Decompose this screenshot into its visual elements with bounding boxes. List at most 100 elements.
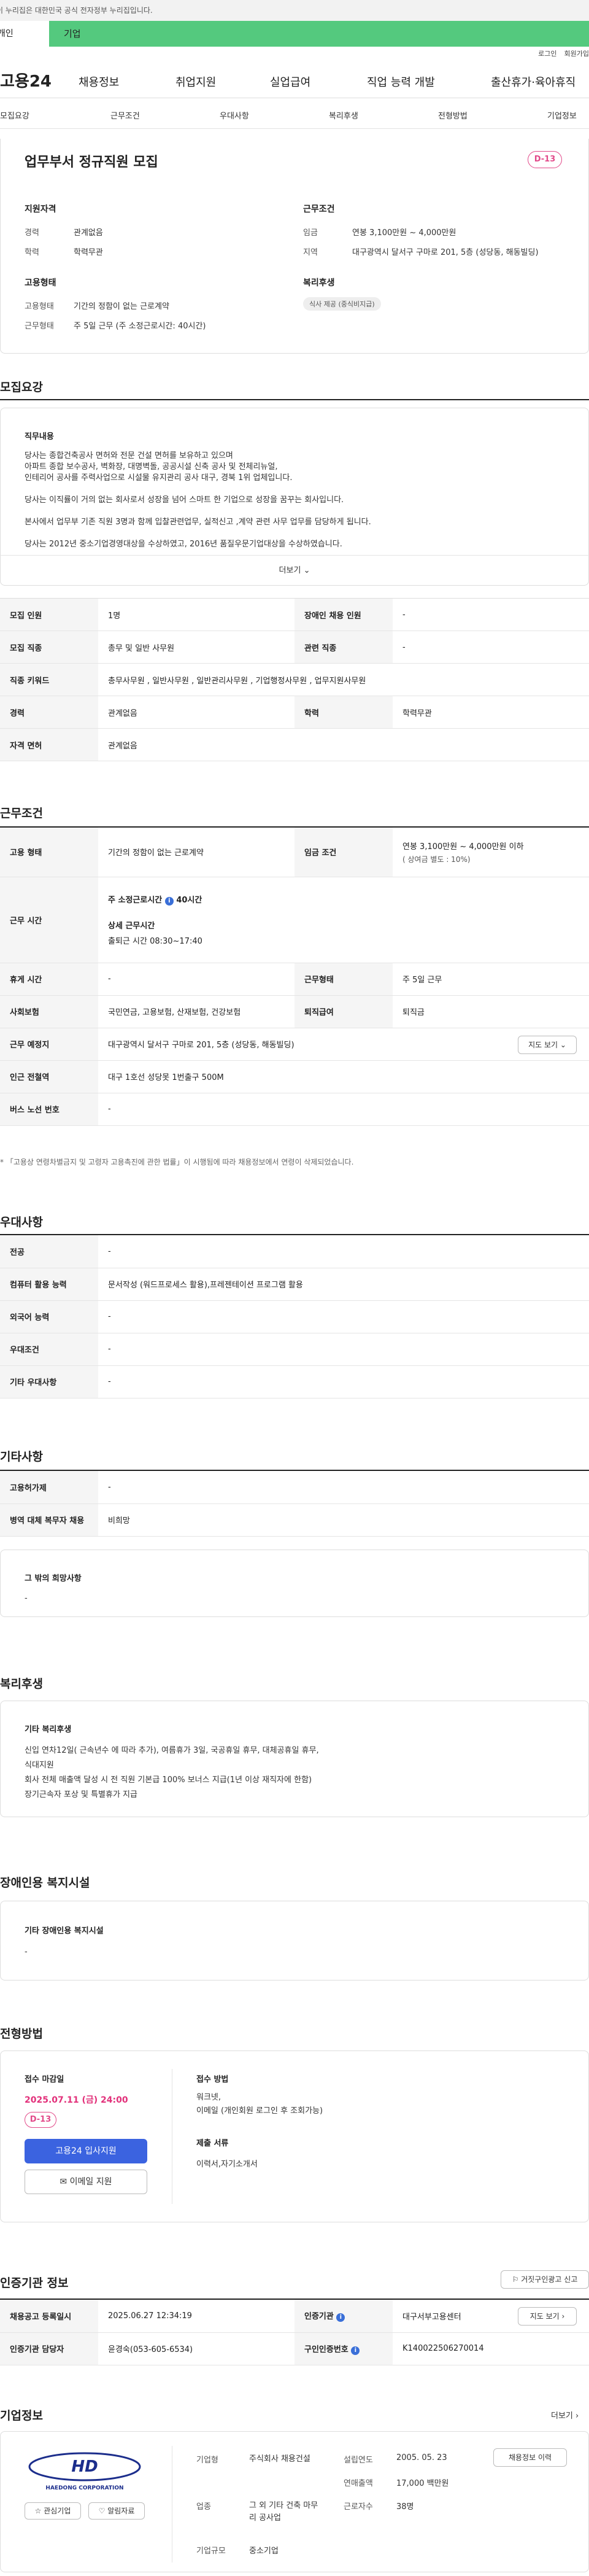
deadline-value: 2025.07.11 (금) 24:00 [25, 2095, 128, 2105]
tab-personal[interactable]: 개인 [0, 21, 49, 47]
section-tabs: 모집요강 근무조건 우대사항 복리후생 전형방법 기업정보 [0, 98, 589, 129]
signup-link[interactable]: 회원가입 [564, 50, 589, 58]
table-row: 우대조건 - [0, 1333, 589, 1366]
benefit-heading: 복리후생 [0, 1677, 43, 1691]
company-type-label: 기업형 [196, 2456, 218, 2465]
table-row: 자격 면허 관계없음 [0, 728, 589, 761]
global-nav: 고용24 채용정보 취업지원 실업급여 직업 능력 개발 출산휴가·육아휴직 [0, 61, 589, 98]
dday-badge: D-13 [528, 151, 562, 168]
benefit-box-heading: 기타 복리후생 [25, 1725, 72, 1734]
info-icon[interactable]: i [336, 2313, 345, 2322]
company-heading: 기업정보 [0, 2409, 43, 2423]
nav-employment-support[interactable]: 취업지원 [175, 74, 216, 90]
bell-icon: ♡ [98, 2507, 106, 2515]
tab-company[interactable]: 기업정보 [547, 109, 577, 121]
gov-banner: 이 누리집은 대한민국 공식 전자정부 누리집입니다. [0, 0, 589, 21]
region-label: 지역 [303, 248, 318, 257]
region-value: 대구광역시 달서구 구마로 201, 5층 (성당동, 해동빌딩) [352, 248, 539, 257]
emp-type-label: 고용형태 [25, 302, 54, 311]
welfare-tag: 식사 제공 (중식비지급) [303, 297, 381, 311]
work-form-label: 근무형태 [25, 322, 54, 331]
job-title: 업무부서 정규직원 모집 [25, 155, 158, 170]
favorite-button[interactable]: ☆ 관심기업 [25, 2502, 81, 2520]
company-logo: HD HAEDONG CORPORATION [25, 2451, 145, 2493]
wish-value: - [25, 1594, 28, 1603]
apply-button[interactable]: 고용24 입사지원 [25, 2139, 147, 2163]
star-icon: ☆ [34, 2507, 42, 2515]
employees-label: 근로자수 [344, 2502, 373, 2512]
emp-type-value: 기간의 정함이 없는 근로계약 [74, 302, 169, 311]
table-row: 경력 관계없음 학력 학력무관 [0, 696, 589, 729]
site-logo[interactable]: 고용24 [0, 69, 52, 91]
table-row: 전공 - [0, 1235, 589, 1268]
tab-recruit[interactable]: 모집요강 [0, 109, 29, 121]
nav-unemployment-benefit[interactable]: 실업급여 [270, 74, 310, 90]
tab-preferences[interactable]: 우대사항 [220, 109, 249, 121]
founded-label: 설립연도 [344, 2456, 373, 2465]
career-value: 관계없음 [74, 228, 103, 238]
report-icon: ⚐ [512, 2275, 519, 2284]
founded-value: 2005. 05. 23 [396, 2453, 447, 2462]
wish-box [0, 1550, 589, 1617]
deadline-heading: 접수 마감일 [25, 2075, 64, 2084]
member-type-bar: 개인 기업 [0, 21, 589, 47]
nav-jobs[interactable]: 채용정보 [79, 74, 119, 90]
utility-links: 로그인 회원가입 [0, 47, 589, 61]
career-label: 경력 [25, 228, 39, 238]
process-box [0, 2050, 589, 2222]
wish-heading: 그 밖의 희망사항 [25, 1574, 82, 1583]
agency-map-button[interactable]: 지도 보기 › [518, 2307, 577, 2326]
recruit-table: 모집 인원 1명 장애인 채용 인원 - 모집 직종 총무 및 일반 사무원 관련 직종 -… [0, 598, 589, 761]
company-more-link[interactable]: 더보기 › [551, 2409, 579, 2421]
table-row: 근무 예정지 대구광역시 달서구 구마로 201, 5층 (성당동, 해동빌딩) 지… [0, 1028, 589, 1061]
hire-history-button[interactable]: 채용정보 이력 [493, 2448, 567, 2467]
education-label: 학력 [25, 248, 39, 257]
education-value: 학력무관 [74, 248, 103, 257]
tab-company[interactable]: 기업 [64, 21, 81, 47]
tab-welfare[interactable]: 복리후생 [329, 109, 358, 121]
conditions-heading: 근무조건 [303, 204, 335, 214]
table-row: 고용허가제 - [0, 1471, 589, 1504]
disabled-heading: 장애인용 복지시설 [0, 1876, 90, 1890]
nav-parental-leave[interactable]: 출산휴가·육아휴직 [491, 74, 576, 90]
email-apply-button[interactable]: ✉ 이메일 지원 [25, 2170, 147, 2194]
login-link[interactable]: 로그인 [538, 50, 556, 58]
haedong-logo-icon: HD [28, 2452, 141, 2481]
table-row: 병역 대체 복무자 채용 비희망 [0, 1503, 589, 1537]
company-type-value: 주식회사 채용건설 [249, 2454, 310, 2464]
map-button[interactable]: 지도 보기 ⌄ [518, 1035, 577, 1054]
industry-value: 그 외 기타 건축 마무리 공사업 [249, 2501, 318, 2523]
qualification-heading: 지원자격 [25, 204, 56, 214]
agency-table: 채용공고 등록일시 2025.06.27 12:34:19 인증기관 i 대구서부고용… [0, 2300, 589, 2365]
company-size-label: 기업규모 [196, 2547, 226, 2556]
age-note: * 「고용상 연령차별금지 및 고령자 고용촉진에 관한 법률」이 시행됨에 따… [0, 1158, 354, 1166]
disabled-value: - [25, 1947, 28, 1957]
alert-button[interactable]: ♡ 알림자료 [88, 2502, 145, 2520]
table-row: 모집 인원 1명 장애인 채용 인원 - [0, 598, 589, 631]
more-button[interactable]: 더보기 ⌄ [0, 555, 589, 586]
process-heading: 전형방법 [0, 2027, 43, 2041]
industry-label: 업종 [196, 2502, 211, 2512]
tab-process[interactable]: 전형방법 [438, 109, 468, 121]
report-button[interactable]: ⚐ 거짓구인광고 신고 [501, 2270, 589, 2289]
wage-value: 연봉 3,100만원 ~ 4,000만원 [352, 228, 456, 238]
benefit-lines: 신입 연차12일( 근속년수 에 따라 추가), 여름휴가 3일, 국공휴일 휴… [25, 1746, 319, 1799]
work-form-value: 주 5일 근무 (주 소정근로시간: 40시간) [74, 322, 206, 331]
duty-heading: 직무내용 [25, 432, 54, 441]
duty-description: 당사는 종합건축공사 면허와 전문 건설 면허를 보유하고 있으며 아파트 종합 … [25, 451, 371, 549]
info-icon[interactable]: i [351, 2346, 360, 2355]
table-row: 채용공고 등록일시 2025.06.27 12:34:19 인증기관 i 대구서부고용… [0, 2300, 589, 2333]
disabled-box [0, 1901, 589, 1980]
svg-text:HD: HD [71, 2458, 98, 2476]
chevron-down-icon: ⌄ [303, 566, 310, 575]
wage-label: 임금 [303, 228, 318, 238]
tab-conditions[interactable]: 근무조건 [110, 109, 140, 121]
revenue-label: 연매출액 [344, 2479, 373, 2488]
table-row: 인근 전철역 대구 1호선 성당못 1번출구 500M [0, 1060, 589, 1093]
etc-table: 고용허가제 - 병역 대체 복무자 채용 비희망 [0, 1471, 589, 1537]
company-size-value: 중소기업 [249, 2547, 279, 2556]
method-heading: 접수 방법 [196, 2075, 229, 2084]
info-icon[interactable]: i [164, 897, 174, 906]
nav-vocational-training[interactable]: 직업 능력 개발 [367, 74, 435, 90]
mail-icon: ✉ [60, 2177, 67, 2187]
